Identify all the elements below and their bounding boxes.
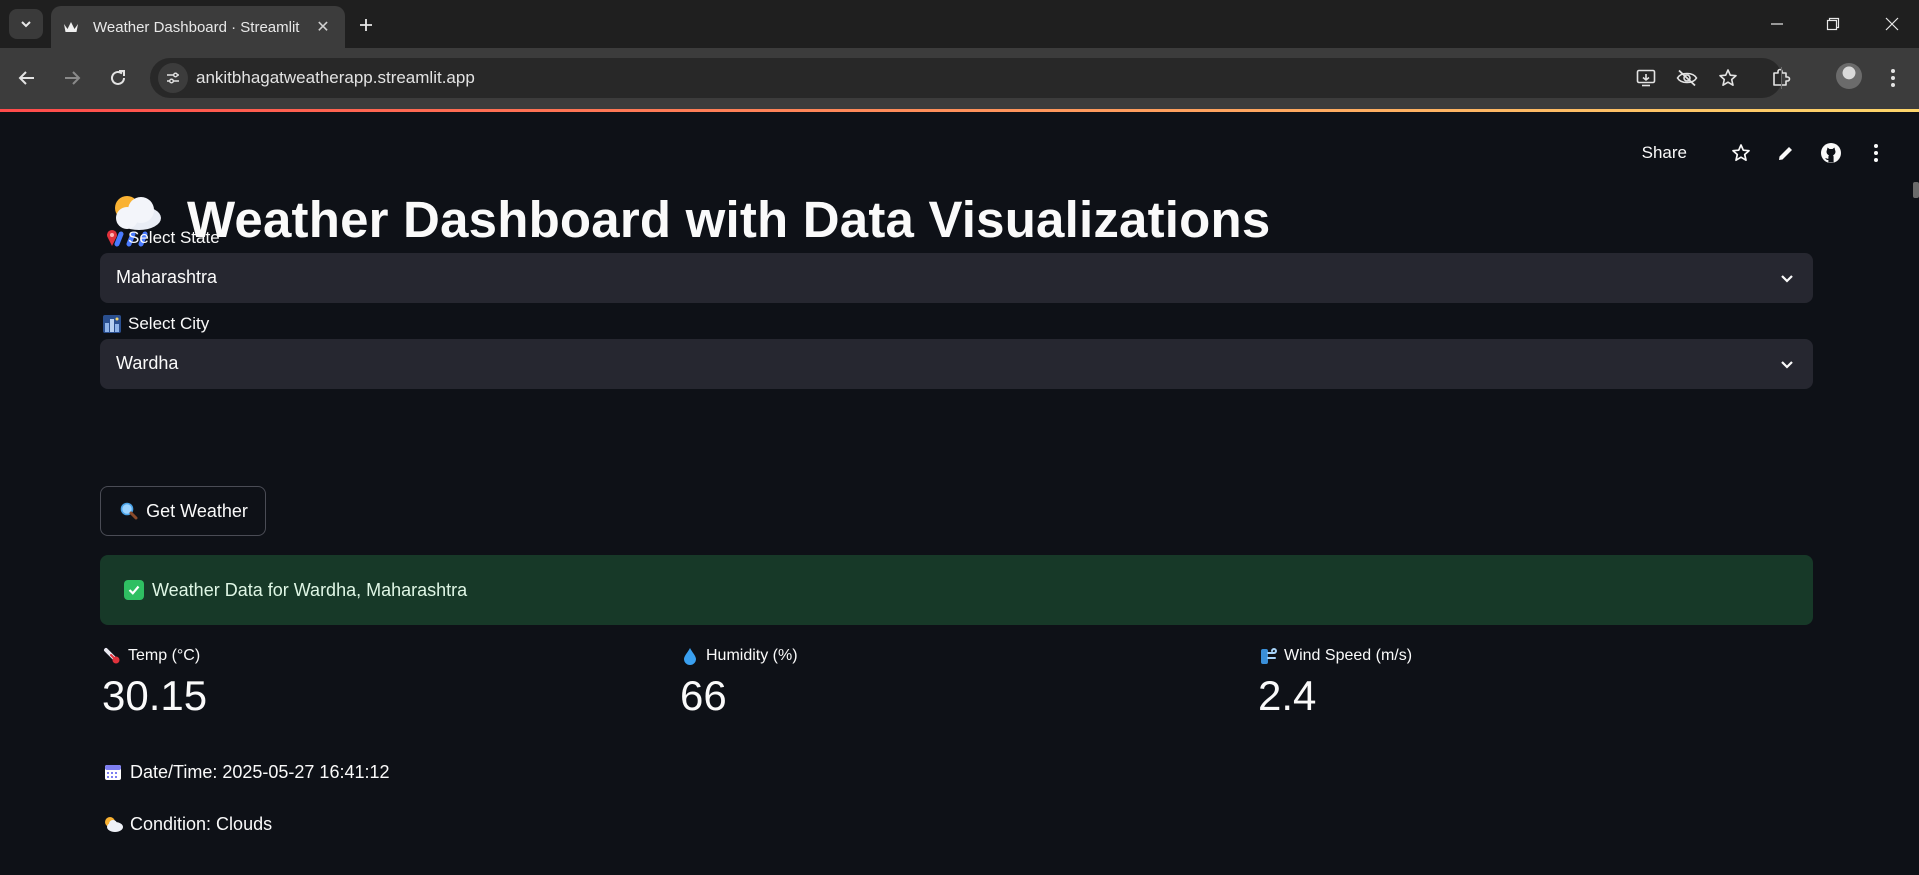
streamlit-app: Share Weather Dashboard with Data Visual… (0, 112, 1919, 875)
thermometer-icon (102, 646, 122, 666)
reload-icon (111, 70, 125, 85)
url-text[interactable]: ankitbhagatweatherapp.streamlit.app (196, 68, 475, 88)
success-alert: Weather Data for Wardha, Maharashtra (100, 555, 1813, 625)
address-bar[interactable]: ankitbhagatweatherapp.streamlit.app (150, 58, 1782, 98)
profile-avatar[interactable] (1836, 63, 1862, 89)
browser-menu-button[interactable] (1879, 64, 1907, 92)
close-icon (1885, 17, 1899, 31)
kebab-menu-icon (1891, 69, 1895, 87)
droplet-icon (680, 646, 700, 666)
state-select-label: Select State (102, 228, 220, 248)
metric-value-humidity: 66 (680, 672, 727, 719)
scrollbar-thumb[interactable] (1913, 182, 1919, 198)
datetime-line: Date/Time: 2025-05-27 16:41:12 (102, 761, 390, 783)
eye-off-icon[interactable] (1675, 66, 1699, 90)
minimize-button[interactable] (1757, 8, 1797, 40)
condition-text: Condition: Clouds (130, 813, 273, 834)
metric-temperature: Temp (°C) 30.15 (102, 646, 622, 720)
title-row: Weather Dashboard with Data Visualizatio… (105, 190, 1270, 249)
calendar-icon (102, 761, 124, 783)
state-select-label-text: Select State (128, 228, 220, 247)
state-select[interactable]: Maharashtra (100, 253, 1813, 303)
toolbar-divider (1781, 67, 1782, 89)
edit-pencil-icon[interactable] (1773, 140, 1799, 166)
share-button[interactable]: Share (1642, 143, 1687, 163)
metric-value-temperature: 30.15 (102, 672, 208, 719)
success-message: Weather Data for Wardha, Maharashtra (152, 579, 468, 600)
github-icon[interactable] (1818, 140, 1844, 166)
get-weather-button-label: Get Weather (146, 500, 248, 521)
close-tab-icon[interactable]: ✕ (313, 17, 333, 37)
tab-search-button[interactable] (9, 9, 43, 39)
arrow-left-icon (18, 71, 34, 85)
back-button[interactable] (12, 63, 42, 93)
app-header-toolbar: Share (1642, 140, 1889, 166)
city-select-label-text: Select City (128, 314, 210, 333)
arrow-right-icon (65, 71, 81, 85)
city-select[interactable]: Wardha (100, 339, 1813, 389)
state-select-value: Maharashtra (116, 267, 218, 287)
metric-label: Temp (°C) (102, 646, 622, 666)
tab-title: Weather Dashboard · Streamlit (93, 18, 300, 36)
reload-button[interactable] (103, 63, 133, 93)
condition-line: Condition: Clouds (102, 813, 272, 835)
metric-label: Wind Speed (m/s) (1258, 646, 1778, 666)
forward-button[interactable] (57, 63, 87, 93)
city-select-value: Wardha (116, 353, 179, 373)
install-app-icon[interactable] (1634, 66, 1658, 90)
metric-label-text: Temp (°C) (128, 647, 201, 664)
map-pin-icon (102, 228, 122, 248)
star-icon[interactable] (1728, 140, 1754, 166)
metric-label-text: Humidity (%) (706, 647, 798, 664)
metric-label-text: Wind Speed (m/s) (1284, 647, 1413, 664)
get-weather-button[interactable]: Get Weather (100, 486, 266, 536)
close-window-button[interactable] (1872, 8, 1912, 40)
chevron-down-icon (21, 21, 31, 28)
browser-toolbar: ankitbhagatweatherapp.streamlit.app (0, 48, 1919, 109)
browser-tab[interactable]: Weather Dashboard · Streamlit ✕ (51, 6, 345, 48)
sun-behind-cloud-icon (102, 813, 124, 835)
datetime-text: Date/Time: 2025-05-27 16:41:12 (130, 761, 390, 782)
chevron-down-icon (1775, 352, 1799, 376)
restore-button[interactable] (1813, 8, 1853, 40)
chevron-down-icon (1775, 266, 1799, 290)
page-title: Weather Dashboard with Data Visualizatio… (187, 191, 1271, 248)
city-select-label: Select City (102, 314, 209, 334)
check-mark-icon (124, 580, 144, 600)
plus-icon (360, 19, 372, 31)
browser-tab-bar: Weather Dashboard · Streamlit ✕ (0, 0, 1919, 48)
site-info-button[interactable] (158, 63, 188, 93)
metric-label: Humidity (%) (680, 646, 1200, 666)
magnifying-glass-icon (118, 500, 140, 522)
main-menu-icon[interactable] (1863, 140, 1889, 166)
bookmark-star-icon[interactable] (1716, 66, 1740, 90)
metric-wind-speed: Wind Speed (m/s) 2.4 (1258, 646, 1778, 720)
minimize-icon (1771, 23, 1783, 25)
tune-icon (167, 72, 179, 84)
new-tab-button[interactable] (353, 12, 379, 38)
metric-value-wind-speed: 2.4 (1258, 672, 1317, 719)
cityscape-icon (102, 314, 122, 334)
wind-icon (1258, 646, 1278, 666)
streamlit-crown-icon (63, 19, 79, 35)
restore-icon (1826, 17, 1840, 31)
metric-humidity: Humidity (%) 66 (680, 646, 1200, 720)
